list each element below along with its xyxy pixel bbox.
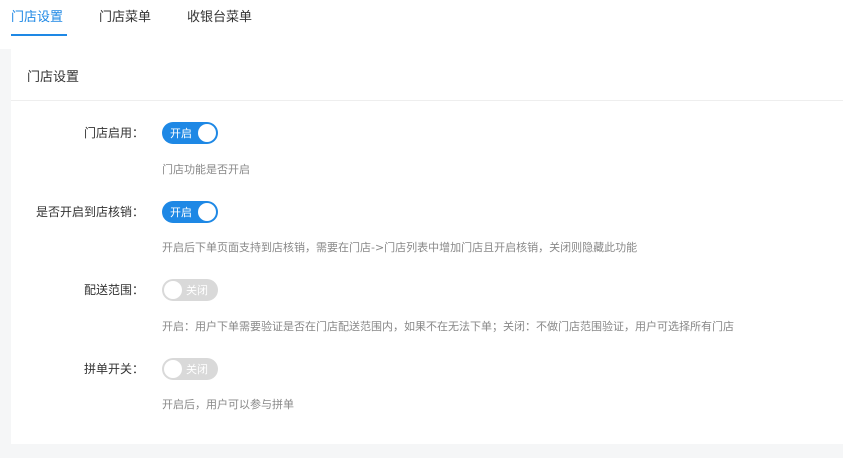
group-order-switch[interactable]: 关闭 — [162, 358, 218, 380]
tab-store-menu[interactable]: 门店菜单 — [99, 6, 151, 25]
tab-cashier-menu[interactable]: 收银台菜单 — [187, 6, 252, 25]
store-enable-hint: 门店功能是否开启 — [162, 163, 250, 176]
delivery-range-hint: 开启：用户下单需要验证是否在门店配送范围内，如果不在无法下单；关闭：不做门店范围… — [162, 320, 734, 333]
switch-text: 开启 — [170, 206, 192, 219]
instore-verify-switch[interactable]: 开启 — [162, 201, 218, 223]
switch-text: 关闭 — [186, 284, 208, 297]
group-order-label: 拼单开关： — [83, 362, 144, 376]
active-tab-indicator — [11, 34, 67, 36]
group-order-hint: 开启后，用户可以参与拼单 — [162, 398, 294, 411]
tab-store-settings[interactable]: 门店设置 — [11, 6, 63, 25]
card-header: 门店设置 — [11, 49, 843, 101]
delivery-range-label: 配送范围： — [83, 283, 144, 297]
delivery-range-switch[interactable]: 关闭 — [162, 279, 218, 301]
tab-bar: 门店设置 门店菜单 收银台菜单 — [0, 0, 843, 49]
store-enable-label: 门店启用： — [83, 126, 144, 140]
switch-knob — [198, 124, 216, 142]
instore-verify-label: 是否开启到店核销： — [35, 205, 144, 219]
switch-text: 开启 — [170, 127, 192, 140]
switch-knob — [198, 203, 216, 221]
store-enable-switch[interactable]: 开启 — [162, 122, 218, 144]
settings-card: 门店设置 门店启用： 开启 门店功能是否开启 是否开启到店核销： 开启 开启后下… — [11, 49, 843, 444]
card-title: 门店设置 — [27, 70, 80, 85]
instore-verify-hint: 开启后下单页面支持到店核销，需要在门店->门店列表中增加门店且开启核销，关闭则隐… — [162, 241, 638, 254]
switch-knob — [164, 360, 182, 378]
switch-text: 关闭 — [186, 363, 208, 376]
switch-knob — [164, 281, 182, 299]
